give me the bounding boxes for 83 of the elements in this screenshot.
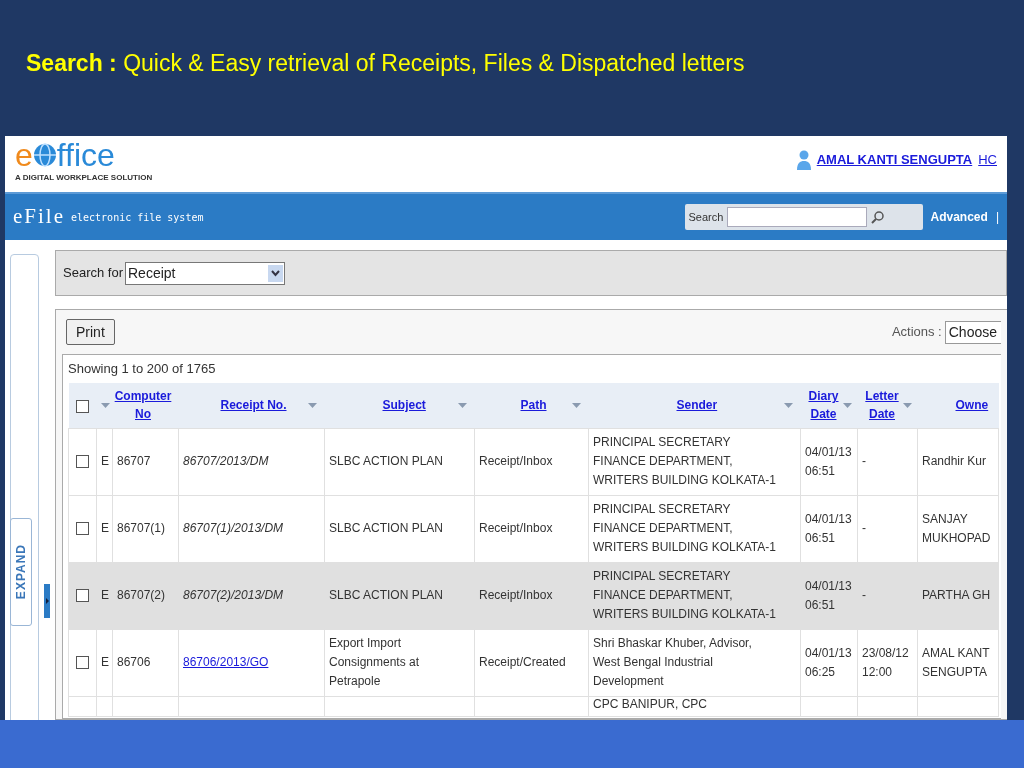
- path-cell: Receipt/Inbox: [479, 521, 553, 535]
- receipt-link[interactable]: 86706/2013/GO: [183, 655, 269, 669]
- sort-caret-icon[interactable]: [783, 402, 793, 408]
- search-for-label: Search for: [63, 264, 123, 283]
- row-checkbox[interactable]: [76, 455, 89, 469]
- expand-tab[interactable]: EXPAND: [10, 518, 32, 626]
- search-icon[interactable]: [871, 210, 886, 224]
- print-button[interactable]: Print: [66, 319, 115, 345]
- owner-cell-text: AMAL KANT SENGUPTA: [922, 644, 991, 681]
- letter-date-cell-text: 23/08/12 12:00: [862, 644, 910, 681]
- logo-tagline: A DIGITAL WORKPLACE SOLUTION: [15, 173, 153, 182]
- subject-cell: SLBC ACTION PLAN: [329, 588, 444, 602]
- receipt-no-cell: 86707(2)/2013/DM: [183, 588, 284, 602]
- globe-icon: [32, 143, 57, 167]
- arrow-icon: [45, 598, 49, 604]
- user-link[interactable]: AMAL KANTI SENGUPTA: [816, 150, 973, 170]
- diary-date-cell-text: 04/01/13 06:51: [805, 577, 853, 614]
- separator: |: [995, 209, 999, 226]
- slide-title: Search : Quick & Easy retrieval of Receipts, Files & Dispatched letters: [26, 50, 745, 76]
- sort-caret-icon[interactable]: [100, 402, 110, 408]
- column-header[interactable]: Owne: [955, 398, 989, 413]
- select-all-checkbox[interactable]: [76, 399, 89, 413]
- search-label: Search: [688, 209, 724, 225]
- user-role: HC: [978, 151, 997, 170]
- app-title: eFile: [13, 203, 65, 231]
- column-header[interactable]: Sender: [676, 396, 718, 415]
- sort-caret-icon[interactable]: [457, 402, 467, 408]
- owner-cell-text: Randhir Kur: [922, 453, 988, 470]
- sort-caret-icon[interactable]: [842, 402, 852, 408]
- computer-no-cell: 86707(1): [117, 521, 166, 535]
- column-header[interactable]: Diary Date: [806, 387, 841, 424]
- column-header[interactable]: Subject: [382, 396, 426, 415]
- diary-date-cell-text: 04/01/13 06:25: [805, 644, 853, 681]
- path-cell: Receipt/Inbox: [479, 454, 553, 468]
- letter-date-cell-text: -: [862, 587, 867, 604]
- actions-label: Actions :: [891, 323, 942, 342]
- search-field[interactable]: [727, 207, 868, 227]
- owner-cell-text: PARTHA GH: [922, 587, 992, 604]
- sort-caret-icon[interactable]: [903, 402, 912, 408]
- expand-handle[interactable]: [44, 584, 50, 618]
- owner-cell-text: SANJAY MUKHOPAD: [922, 510, 992, 547]
- row-checkbox[interactable]: [76, 522, 89, 536]
- receipt-no-cell: 86707(1)/2013/DM: [183, 521, 284, 535]
- app-subtitle: electronic file system: [71, 210, 204, 225]
- computer-no-cell: 86707: [117, 454, 151, 468]
- dropdown-icon: [268, 264, 283, 282]
- logo-prefix: e: [15, 138, 33, 172]
- path-cell: Receipt/Created: [479, 655, 566, 669]
- computer-no-cell: 86706: [117, 655, 151, 669]
- type-cell: E: [101, 454, 109, 468]
- row-checkbox[interactable]: [76, 589, 89, 603]
- sender-cell-text: PRINCIPAL SECRETARY FINANCE DEPARTMENT, WRITERS BUILDING KOLKATA-1: [593, 434, 777, 489]
- column-header[interactable]: Path: [520, 396, 547, 415]
- column-header[interactable]: Receipt No.: [220, 396, 287, 415]
- path-cell: Receipt/Inbox: [479, 588, 553, 602]
- actions-select[interactable]: Choose: [944, 320, 1001, 344]
- letter-date-cell-text: -: [862, 520, 867, 537]
- sender-cell-text: Shri Bhaskar Khuber, Advisor, West Bengal Industrial Development: [593, 635, 753, 690]
- column-header[interactable]: Computer No: [111, 387, 175, 424]
- sender-cell: CPC BANIPUR, CPC: [593, 696, 708, 711]
- subject-cell: Export Import Consignments at Petrapole: [329, 636, 420, 688]
- diary-date-cell-text: 04/01/13 06:51: [805, 443, 853, 480]
- type-cell: E: [101, 521, 109, 535]
- table-row[interactable]: E 86706 86706/2013/GO Export Import Consignments at Petrapole Receipt/Created Shri Bhaskar Khuber, Advisor, West Bengal Industrial Development 04/01/13 06:25 23/08/12 12:00 AMAL KANT SENGUPTA: [68, 629, 999, 696]
- search-type-select[interactable]: Receipt: [125, 261, 285, 285]
- sender-cell-text: PRINCIPAL SECRETARY FINANCE DEPARTMENT, WRITERS BUILDING KOLKATA-1: [593, 501, 777, 556]
- row-checkbox[interactable]: [76, 656, 89, 670]
- advanced-link[interactable]: Advanced: [930, 208, 988, 226]
- subject-cell: SLBC ACTION PLAN: [329, 454, 444, 468]
- type-cell: E: [101, 655, 109, 669]
- user-icon: [796, 150, 811, 170]
- receipt-no-cell: 86707/2013/DM: [183, 454, 269, 468]
- column-header[interactable]: Letter Date: [863, 387, 901, 424]
- results-count: Showing 1 to 200 of 1765: [68, 360, 216, 379]
- logo-suffix: ffice: [56, 138, 115, 172]
- sort-caret-icon[interactable]: [571, 402, 581, 408]
- sort-caret-icon[interactable]: [307, 402, 317, 408]
- type-cell: E: [101, 588, 109, 602]
- subject-cell: SLBC ACTION PLAN: [329, 521, 444, 535]
- letter-date-cell-text: -: [862, 453, 867, 470]
- computer-no-cell: 86707(2): [117, 588, 166, 602]
- diary-date-cell-text: 04/01/13 06:51: [805, 510, 853, 547]
- sender-cell-text: PRINCIPAL SECRETARY FINANCE DEPARTMENT, WRITERS BUILDING KOLKATA-1: [593, 568, 777, 623]
